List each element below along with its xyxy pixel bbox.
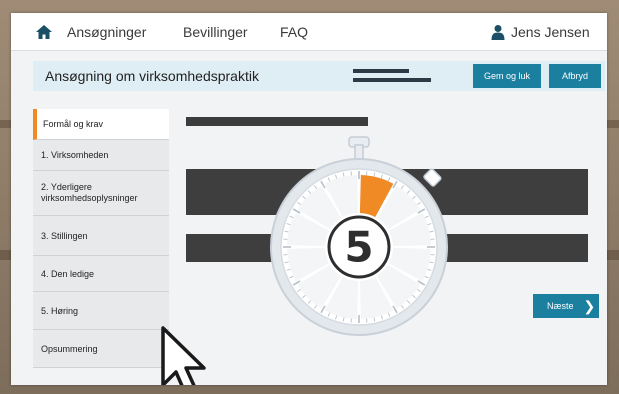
page-title: Ansøgning om virksomhedspraktik: [45, 68, 259, 84]
nav-applications-link[interactable]: Ansøgninger: [67, 24, 146, 40]
next-button-label: Næste: [547, 301, 574, 311]
next-button[interactable]: Næste ❯: [533, 294, 599, 318]
nav-grants-link[interactable]: Bevillinger: [183, 24, 248, 40]
stopwatch-overlay: 5: [259, 123, 459, 353]
step-navigation: Formål og krav 1. Virksomheden 2. Yderli…: [33, 109, 169, 379]
sidebar-item-position[interactable]: 3. Stillingen: [33, 216, 169, 256]
cancel-button[interactable]: Afbryd: [549, 64, 601, 88]
home-icon[interactable]: [35, 24, 53, 40]
chevron-right-icon: ❯: [583, 298, 596, 314]
user-icon: [491, 25, 505, 40]
sidebar-item-company[interactable]: 1. Virksomheden: [33, 140, 169, 171]
progress-indicator-bar: [353, 78, 431, 82]
countdown-number: 5: [344, 222, 374, 272]
user-name[interactable]: Jens Jensen: [511, 24, 590, 40]
sidebar-item-purpose[interactable]: Formål og krav: [33, 109, 169, 140]
sidebar-item-company-details[interactable]: 2. Yderligere virksomhedsoplysninger: [33, 171, 169, 216]
app-window: Ansøgninger Bevillinger FAQ Jens Jensen …: [11, 13, 607, 385]
top-navigation: Ansøgninger Bevillinger FAQ Jens Jensen: [11, 13, 607, 51]
save-and-close-button[interactable]: Gem og luk: [473, 64, 541, 88]
nav-faq-link[interactable]: FAQ: [280, 24, 308, 40]
page-header: Ansøgning om virksomhedspraktik Gem og l…: [33, 61, 605, 91]
progress-indicator-bar: [353, 69, 409, 73]
sidebar-item-hearing[interactable]: 5. Høring: [33, 292, 169, 330]
sidebar-item-summary[interactable]: Opsummering: [33, 330, 169, 368]
sidebar-item-unemployed[interactable]: 4. Den ledige: [33, 256, 169, 292]
mouse-pointer-icon: [161, 326, 206, 385]
